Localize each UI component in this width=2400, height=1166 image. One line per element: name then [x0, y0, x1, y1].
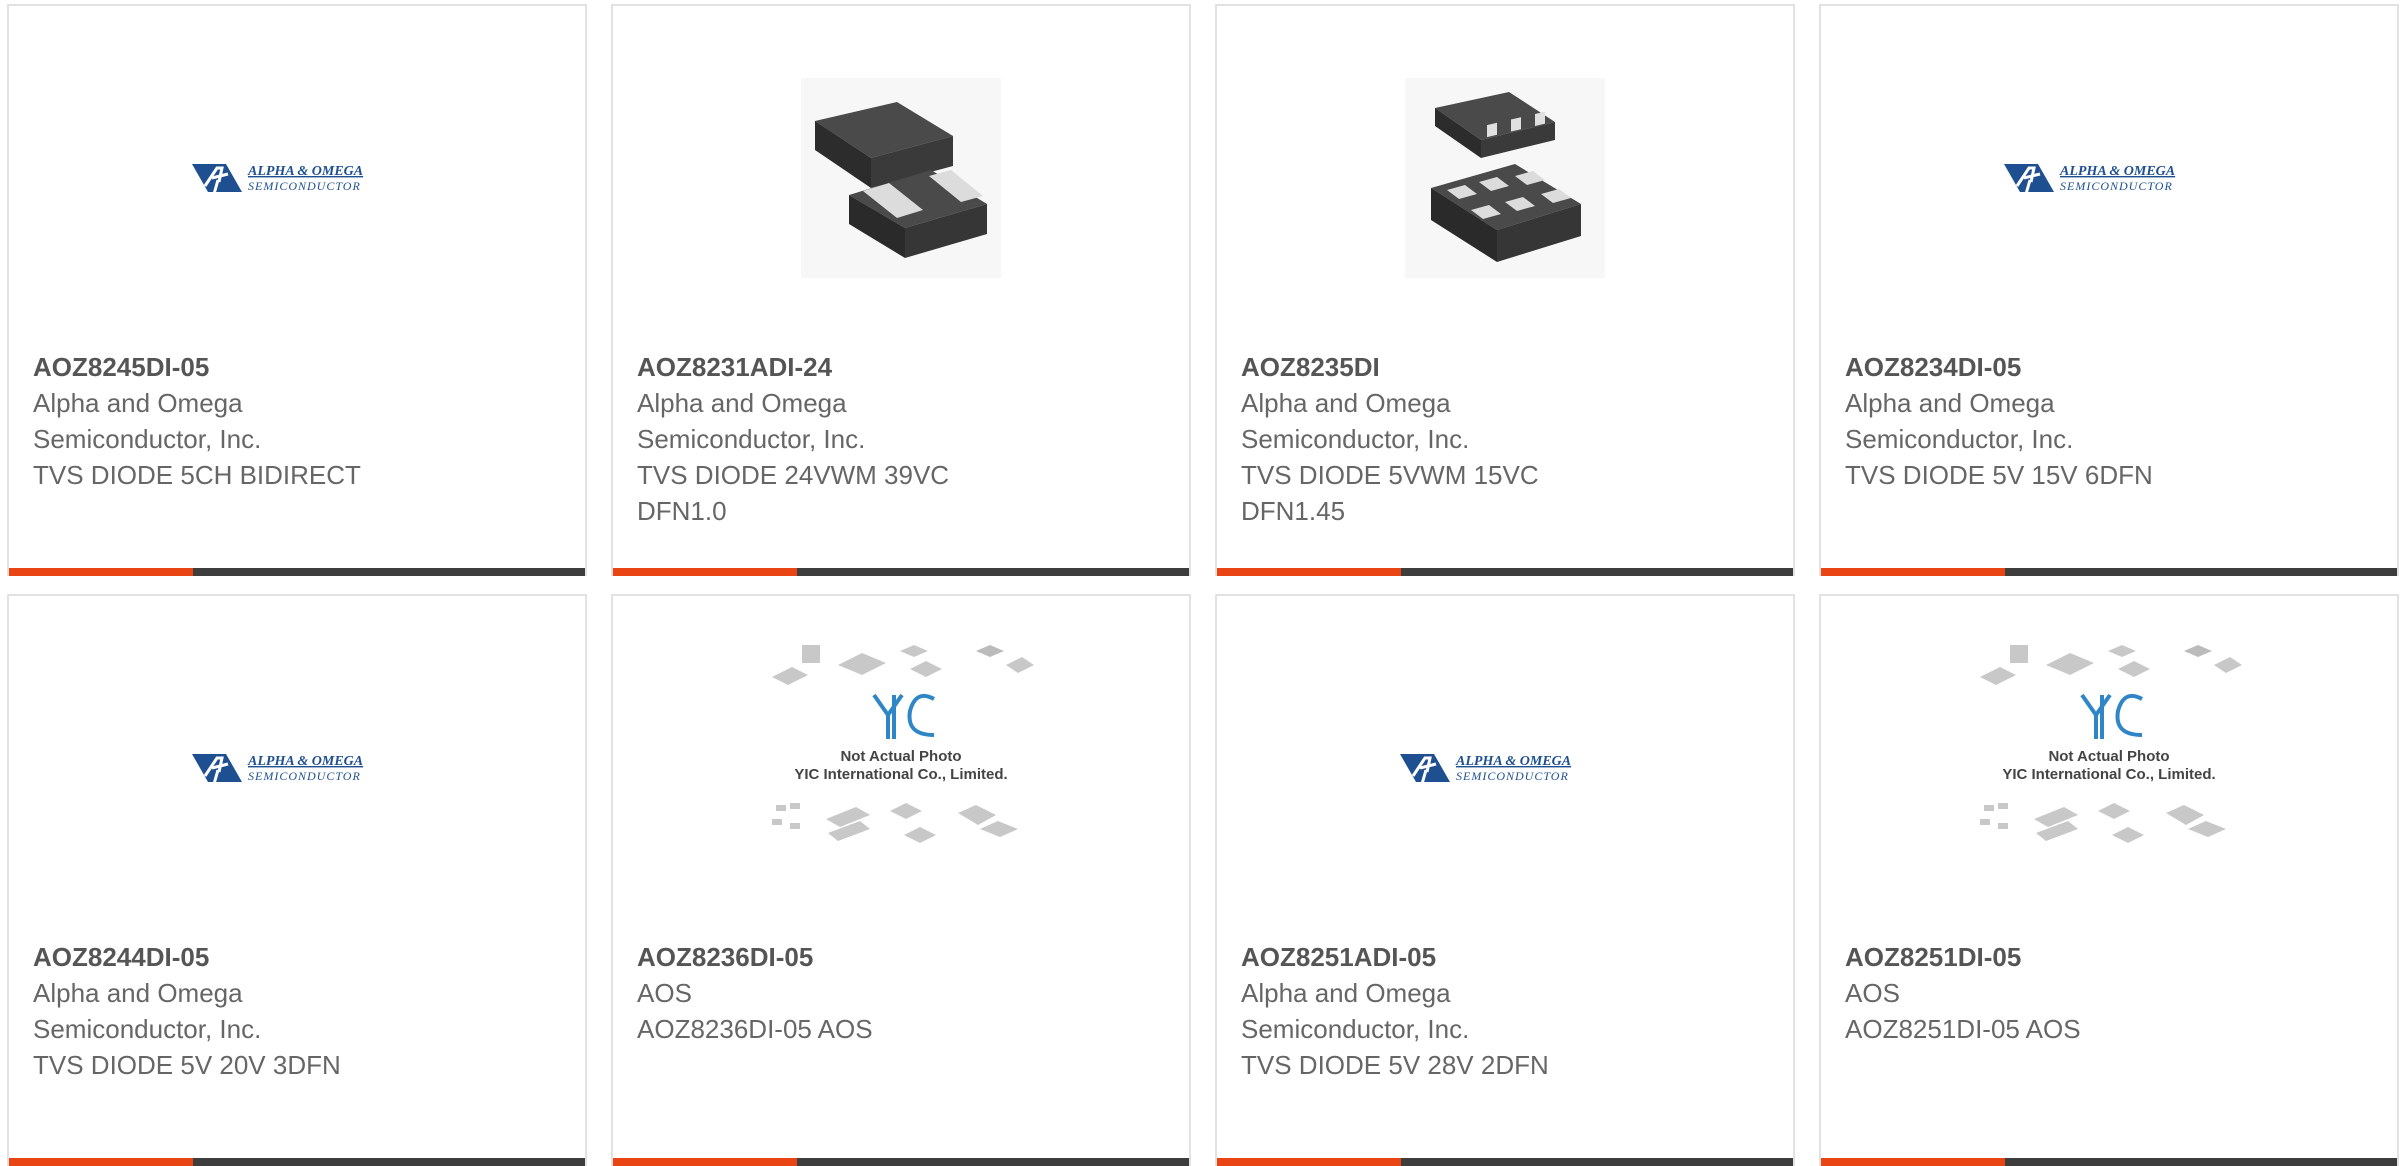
product-description: TVS DIODE 5V 15V 6DFN [1845, 460, 2153, 490]
yic-placeholder-icon: Not Actual Photo YIC International Co., … [1980, 645, 2242, 843]
part-number-link[interactable]: AOZ8236DI-05 [637, 939, 1165, 975]
manufacturer-name-cont: Semiconductor, Inc. [1241, 424, 1470, 454]
part-number-link[interactable]: AOZ8251DI-05 [1845, 939, 2373, 975]
part-number-link[interactable]: AOZ8234DI-05 [1845, 349, 2373, 385]
product-grid: AOZ8245DI-05 Alpha and Omega Semiconduct… [7, 4, 2400, 1166]
product-card[interactable]: Not Actual Photo YIC International Co., … [1819, 594, 2399, 1166]
card-accent-bar [613, 568, 797, 576]
aos-logo-icon [2004, 158, 2214, 198]
manufacturer-name: Alpha and Omega [33, 978, 243, 1008]
card-footer-bar [1217, 568, 1793, 576]
product-card[interactable]: AOZ8245DI-05 Alpha and Omega Semiconduct… [7, 4, 587, 576]
product-image[interactable] [1217, 658, 1793, 878]
product-image[interactable]: Not Actual Photo YIC International Co., … [613, 645, 1189, 878]
product-description: TVS DIODE 5V 28V 2DFN [1241, 1050, 1549, 1080]
card-footer-bar [613, 568, 1189, 576]
manufacturer-name: Alpha and Omega [637, 388, 847, 418]
card-footer-bar [1217, 1158, 1793, 1166]
yic-placeholder-icon: Not Actual Photo YIC International Co., … [772, 645, 1034, 843]
card-footer-bar [9, 1158, 585, 1166]
product-description: TVS DIODE 5VWM 15VC [1241, 460, 1539, 490]
product-description: TVS DIODE 5V 20V 3DFN [33, 1050, 341, 1080]
manufacturer-name-cont: Semiconductor, Inc. [637, 424, 866, 454]
product-image[interactable] [9, 68, 585, 288]
manufacturer-name: AOS [1845, 978, 1900, 1008]
part-number-link[interactable]: AOZ8245DI-05 [33, 349, 561, 385]
product-card[interactable]: AOZ8251ADI-05 Alpha and Omega Semiconduc… [1215, 594, 1795, 1166]
card-accent-bar [9, 568, 193, 576]
product-image[interactable] [1821, 68, 2397, 288]
svg-text:YIC International Co., Limited: YIC International Co., Limited. [2002, 766, 2215, 783]
product-card[interactable]: AOZ8244DI-05 Alpha and Omega Semiconduct… [7, 594, 587, 1166]
card-accent-bar [1821, 1158, 2005, 1166]
manufacturer-name: Alpha and Omega [1241, 978, 1451, 1008]
product-card[interactable]: AOZ8231ADI-24 Alpha and Omega Semiconduc… [611, 4, 1191, 576]
product-description-cont: DFN1.45 [1241, 496, 1346, 526]
manufacturer-name-cont: Semiconductor, Inc. [1241, 1014, 1470, 1044]
aos-logo-icon [1400, 748, 1610, 788]
product-description: TVS DIODE 24VWM 39VC [637, 460, 950, 490]
svg-text:YIC International Co., Limited: YIC International Co., Limited. [794, 766, 1007, 783]
manufacturer-name: Alpha and Omega [1241, 388, 1451, 418]
manufacturer-name-cont: Semiconductor, Inc. [1845, 424, 2074, 454]
card-footer-bar [9, 568, 585, 576]
manufacturer-name: Alpha and Omega [33, 388, 243, 418]
dfn-6pad-package-icon [1405, 78, 1605, 278]
dfn-2pad-package-icon [801, 78, 1001, 278]
manufacturer-name-cont: Semiconductor, Inc. [33, 424, 262, 454]
product-image[interactable] [1217, 68, 1793, 288]
card-accent-bar [1821, 568, 2005, 576]
card-footer-bar [1821, 1158, 2397, 1166]
product-image[interactable] [613, 68, 1189, 288]
part-number-link[interactable]: AOZ8251ADI-05 [1241, 939, 1769, 975]
part-number-link[interactable]: AOZ8235DI [1241, 349, 1769, 385]
product-description: AOZ8251DI-05 AOS [1845, 1014, 2081, 1044]
part-number-link[interactable]: AOZ8231ADI-24 [637, 349, 1165, 385]
aos-logo-icon [192, 158, 402, 198]
card-accent-bar [1217, 1158, 1401, 1166]
part-number-link[interactable]: AOZ8244DI-05 [33, 939, 561, 975]
product-description: AOZ8236DI-05 AOS [637, 1014, 873, 1044]
product-description: TVS DIODE 5CH BIDIRECT [33, 460, 361, 490]
product-image[interactable]: Not Actual Photo YIC International Co., … [1821, 645, 2397, 878]
product-image[interactable] [9, 658, 585, 878]
svg-text:Not Actual Photo: Not Actual Photo [840, 748, 961, 765]
product-description-cont: DFN1.0 [637, 496, 727, 526]
manufacturer-name-cont: Semiconductor, Inc. [33, 1014, 262, 1044]
manufacturer-name: Alpha and Omega [1845, 388, 2055, 418]
card-footer-bar [613, 1158, 1189, 1166]
card-accent-bar [613, 1158, 797, 1166]
product-card[interactable]: AOZ8235DI Alpha and Omega Semiconductor,… [1215, 4, 1795, 576]
product-card[interactable]: AOZ8234DI-05 Alpha and Omega Semiconduct… [1819, 4, 2399, 576]
card-accent-bar [9, 1158, 193, 1166]
product-card[interactable]: Not Actual Photo YIC International Co., … [611, 594, 1191, 1166]
aos-logo-icon [192, 748, 402, 788]
card-accent-bar [1217, 568, 1401, 576]
svg-text:Not Actual Photo: Not Actual Photo [2048, 748, 2169, 765]
manufacturer-name: AOS [637, 978, 692, 1008]
card-footer-bar [1821, 568, 2397, 576]
